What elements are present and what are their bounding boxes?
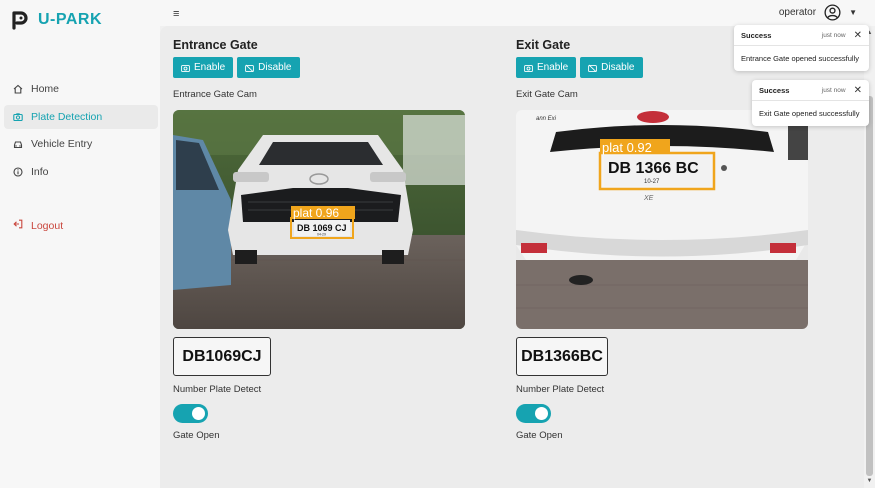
home-icon bbox=[13, 84, 23, 94]
scrollbar-thumb[interactable] bbox=[866, 96, 873, 476]
sidebar-item-vehicle-entry[interactable]: Vehicle Entry bbox=[4, 132, 158, 156]
entrance-camera-plate-sub: 04-29 bbox=[317, 233, 326, 237]
sidebar-item-plate-detection[interactable]: Plate Detection bbox=[4, 104, 158, 129]
entrance-gate-open-toggle[interactable] bbox=[173, 404, 208, 423]
close-icon[interactable]: ✕ bbox=[854, 30, 862, 41]
exit-detection-tag: plat 0.92 bbox=[602, 140, 652, 155]
exit-enable-label: Enable bbox=[537, 62, 569, 73]
exit-disable-button[interactable]: Disable bbox=[580, 57, 643, 78]
exit-disable-label: Disable bbox=[601, 62, 635, 73]
toast-entrance-success: Success just now ✕ Entrance Gate opened … bbox=[734, 25, 869, 71]
entrance-disable-label: Disable bbox=[258, 62, 292, 73]
scroll-down-icon[interactable]: ▼ bbox=[866, 478, 873, 484]
topbar: ≡ operator ▼ bbox=[160, 0, 875, 26]
toast-title: Success bbox=[759, 85, 790, 95]
close-icon[interactable]: ✕ bbox=[854, 85, 862, 96]
brand[interactable]: U-PARK bbox=[10, 10, 102, 30]
sidebar-item-label: Home bbox=[31, 83, 60, 95]
camera-icon bbox=[181, 64, 190, 72]
camera-off-icon bbox=[245, 64, 254, 72]
exit-detect-label: Number Plate Detect bbox=[516, 384, 605, 395]
camera-icon bbox=[524, 64, 533, 72]
username: operator bbox=[778, 7, 817, 18]
toast-message: Exit Gate opened successfully bbox=[759, 109, 860, 118]
sidebar-item-label: Info bbox=[31, 165, 49, 178]
exit-gate-open-toggle[interactable] bbox=[516, 404, 551, 423]
camera-icon bbox=[13, 112, 23, 122]
car-icon bbox=[13, 139, 23, 149]
entrance-disable-button[interactable]: Disable bbox=[237, 57, 300, 78]
toast-time: just now bbox=[821, 31, 846, 39]
entrance-cam-label: Entrance Gate Cam bbox=[173, 89, 257, 100]
chevron-down-icon: ▼ bbox=[849, 8, 857, 17]
user-menu[interactable]: operator ▼ bbox=[779, 4, 857, 21]
exit-gate-open-label: Gate Open bbox=[516, 430, 563, 441]
entrance-enable-button[interactable]: Enable bbox=[173, 57, 234, 78]
sidebar-item-info[interactable]: Info bbox=[4, 160, 158, 184]
sidebar-item-home[interactable]: Home bbox=[4, 77, 158, 101]
toggle-knob bbox=[192, 407, 205, 420]
exit-enable-button[interactable]: Enable bbox=[516, 57, 577, 78]
sidebar-nav: Home Plate Detection Vehicle Entry Info bbox=[4, 77, 158, 187]
info-icon bbox=[13, 166, 23, 177]
user-avatar-icon bbox=[824, 4, 841, 21]
hamburger-icon[interactable]: ≡ bbox=[173, 8, 179, 20]
entrance-gate-title: Entrance Gate bbox=[173, 38, 258, 52]
sidebar-item-label: Plate Detection bbox=[31, 110, 103, 123]
sidebar-item-label: Vehicle Entry bbox=[31, 138, 93, 150]
exit-camera-plate-text: DB 1366 BC bbox=[608, 160, 699, 177]
exit-camera-feed: ann Exi XE plat 0.92 DB 1366 BC 10-27 bbox=[516, 110, 808, 329]
entrance-detect-label: Number Plate Detect bbox=[173, 384, 262, 395]
toast-message: Entrance Gate opened successfully bbox=[741, 54, 859, 63]
entrance-gate-open-label: Gate Open bbox=[173, 430, 220, 441]
entrance-detection-tag: plat 0.96 bbox=[293, 206, 339, 220]
p-logo-icon bbox=[12, 11, 28, 30]
entrance-camera-feed: plat 0.96 DB 1069 CJ 04-29 bbox=[173, 110, 465, 329]
brand-name: U-PARK bbox=[38, 11, 103, 28]
sidebar: U-PARK Home Plate Detection Vehicle Entr… bbox=[0, 0, 160, 488]
svg-text:ann Exi: ann Exi bbox=[536, 116, 557, 122]
exit-camera-plate-sub: 10-27 bbox=[644, 179, 660, 185]
toast-title: Success bbox=[741, 30, 772, 40]
entrance-plate-result: DB1069CJ bbox=[173, 337, 271, 376]
logout-button[interactable]: Logout bbox=[13, 219, 63, 232]
toast-time: just now bbox=[821, 86, 846, 94]
logout-label: Logout bbox=[31, 219, 64, 232]
exit-plate-result: DB1366BC bbox=[516, 337, 608, 376]
exit-car-badge: XE bbox=[643, 195, 654, 202]
camera-off-icon bbox=[588, 64, 597, 72]
toast-exit-success: Success just now ✕ Exit Gate opened succ… bbox=[752, 80, 869, 126]
entrance-gate-panel: Entrance Gate Enable Disable Entrance Ga… bbox=[173, 38, 465, 441]
entrance-enable-label: Enable bbox=[194, 62, 226, 73]
entrance-camera-plate-text: DB 1069 CJ bbox=[297, 223, 347, 233]
logout-icon bbox=[13, 219, 23, 232]
toggle-knob bbox=[535, 407, 548, 420]
